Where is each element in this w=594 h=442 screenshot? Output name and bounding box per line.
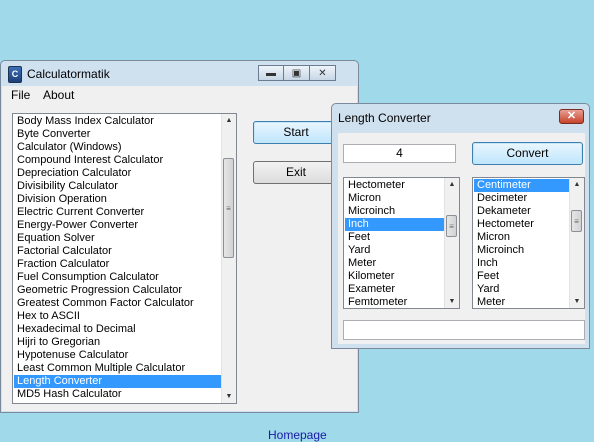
to-unit-item[interactable]: Centimeter	[474, 179, 569, 192]
calculator-list-item[interactable]: Compound Interest Calculator	[14, 154, 221, 167]
calculator-list-item[interactable]: Least Common Multiple Calculator	[14, 362, 221, 375]
minimize-button[interactable]: ▬	[258, 65, 284, 81]
to-unit-item[interactable]: Microinch	[474, 244, 569, 257]
from-unit-item[interactable]: Hectometer	[345, 179, 444, 192]
length-converter-window: Length Converter ✕ 4 Convert Hectometer M…	[331, 103, 590, 349]
scroll-thumb[interactable]: ≡	[571, 210, 582, 232]
dialog-close-button[interactable]: ✕	[559, 109, 584, 124]
from-unit-scrollbar[interactable]: ▲ ≡ ▼	[444, 178, 459, 308]
scroll-up-icon[interactable]: ▲	[445, 178, 459, 191]
to-unit-item[interactable]: Feet	[474, 270, 569, 283]
main-client-area: Body Mass Index Calculator Byte Converter…	[2, 104, 357, 442]
calculator-list-item[interactable]: Energy-Power Converter	[14, 219, 221, 232]
title-bar[interactable]: C Calculatormatik ▬ ▣ ✕	[1, 61, 358, 86]
calculator-list-item[interactable]: Depreciation Calculator	[14, 167, 221, 180]
calculator-list-item[interactable]: Division Operation	[14, 193, 221, 206]
calculator-list-item[interactable]: Electric Current Converter	[14, 206, 221, 219]
calculator-list-item[interactable]: MD5 Hash Calculator	[14, 388, 221, 401]
convert-button[interactable]: Convert	[472, 142, 583, 165]
app-icon: C	[8, 66, 22, 83]
calculator-list-item[interactable]: Fraction Calculator	[14, 258, 221, 271]
calculator-list-item[interactable]: Hijri to Gregorian	[14, 336, 221, 349]
length-input[interactable]: 4	[343, 144, 456, 163]
exit-button[interactable]: Exit	[253, 161, 339, 184]
calculator-list-item[interactable]: Fuel Consumption Calculator	[14, 271, 221, 284]
menu-bar: File About	[2, 86, 357, 104]
scroll-thumb[interactable]: ≡	[446, 215, 457, 237]
menu-about[interactable]: About	[43, 88, 74, 102]
minimize-icon: ▬	[266, 67, 276, 79]
from-unit-item[interactable]: Meter	[345, 257, 444, 270]
from-unit-item[interactable]: Inch	[345, 218, 444, 231]
close-icon: ✕	[318, 67, 327, 79]
to-unit-list[interactable]: Centimeter Decimeter Dekameter Hectometer Mi…	[472, 177, 585, 309]
calculator-list-item[interactable]: Body Mass Index Calculator	[14, 115, 221, 128]
start-button[interactable]: Start	[253, 121, 339, 144]
menu-file[interactable]: File	[11, 88, 30, 102]
to-unit-item[interactable]: Dekameter	[474, 205, 569, 218]
calculator-list-scrollbar[interactable]: ▲ ≡ ▼	[221, 114, 236, 403]
calculator-list-item[interactable]: Hypotenuse Calculator	[14, 349, 221, 362]
from-unit-item[interactable]: Exameter	[345, 283, 444, 296]
scroll-thumb[interactable]: ≡	[223, 158, 234, 258]
from-unit-item[interactable]: Micron	[345, 192, 444, 205]
main-window: C Calculatormatik ▬ ▣ ✕ File About Body …	[0, 60, 359, 442]
calculator-list-item[interactable]: Greatest Common Factor Calculator	[14, 297, 221, 310]
calculator-list-item[interactable]: Length Converter	[14, 375, 221, 388]
to-unit-item[interactable]: Hectometer	[474, 218, 569, 231]
from-unit-item[interactable]: Femtometer	[345, 296, 444, 308]
calculator-list-item[interactable]: Hex to ASCII	[14, 310, 221, 323]
result-field[interactable]	[343, 320, 585, 340]
homepage-link[interactable]: Homepage	[268, 428, 327, 442]
calculator-list-item[interactable]: Byte Converter	[14, 128, 221, 141]
calculator-list-item[interactable]: Factorial Calculator	[14, 245, 221, 258]
calculator-list-item[interactable]: Equation Solver	[14, 232, 221, 245]
maximize-icon: ▣	[291, 67, 302, 79]
from-unit-item[interactable]: Feet	[345, 231, 444, 244]
from-unit-item[interactable]: Yard	[345, 244, 444, 257]
from-unit-item[interactable]: Kilometer	[345, 270, 444, 283]
close-button[interactable]: ✕	[310, 65, 336, 81]
calculator-list-item[interactable]: Divisibility Calculator	[14, 180, 221, 193]
scroll-down-icon[interactable]: ▼	[445, 295, 459, 308]
to-unit-scrollbar[interactable]: ▲ ≡ ▼	[569, 178, 584, 308]
calculator-list-item[interactable]: Geometric Progression Calculator	[14, 284, 221, 297]
to-unit-item[interactable]: Micron	[474, 231, 569, 244]
maximize-button[interactable]: ▣	[284, 65, 310, 81]
calculator-list-item[interactable]: Hexadecimal to Decimal	[14, 323, 221, 336]
to-unit-item[interactable]: Decimeter	[474, 192, 569, 205]
window-title: Calculatormatik	[27, 67, 110, 81]
length-converter-client: 4 Convert Hectometer Micron Microinch Inch F…	[338, 133, 585, 344]
dialog-title: Length Converter	[338, 111, 431, 125]
to-unit-item[interactable]: Meter	[474, 296, 569, 308]
scroll-down-icon[interactable]: ▼	[570, 295, 584, 308]
to-unit-item[interactable]: Yard	[474, 283, 569, 296]
from-unit-item[interactable]: Microinch	[345, 205, 444, 218]
calculator-list-item[interactable]: Calculator (Windows)	[14, 141, 221, 154]
close-icon: ✕	[566, 110, 577, 122]
scroll-up-icon[interactable]: ▲	[570, 178, 584, 191]
to-unit-item[interactable]: Inch	[474, 257, 569, 270]
scroll-up-icon[interactable]: ▲	[222, 114, 236, 127]
calculator-list[interactable]: Body Mass Index Calculator Byte Converter…	[12, 113, 237, 404]
scroll-down-icon[interactable]: ▼	[222, 390, 236, 403]
from-unit-list[interactable]: Hectometer Micron Microinch Inch Feet Yard Met…	[343, 177, 460, 309]
